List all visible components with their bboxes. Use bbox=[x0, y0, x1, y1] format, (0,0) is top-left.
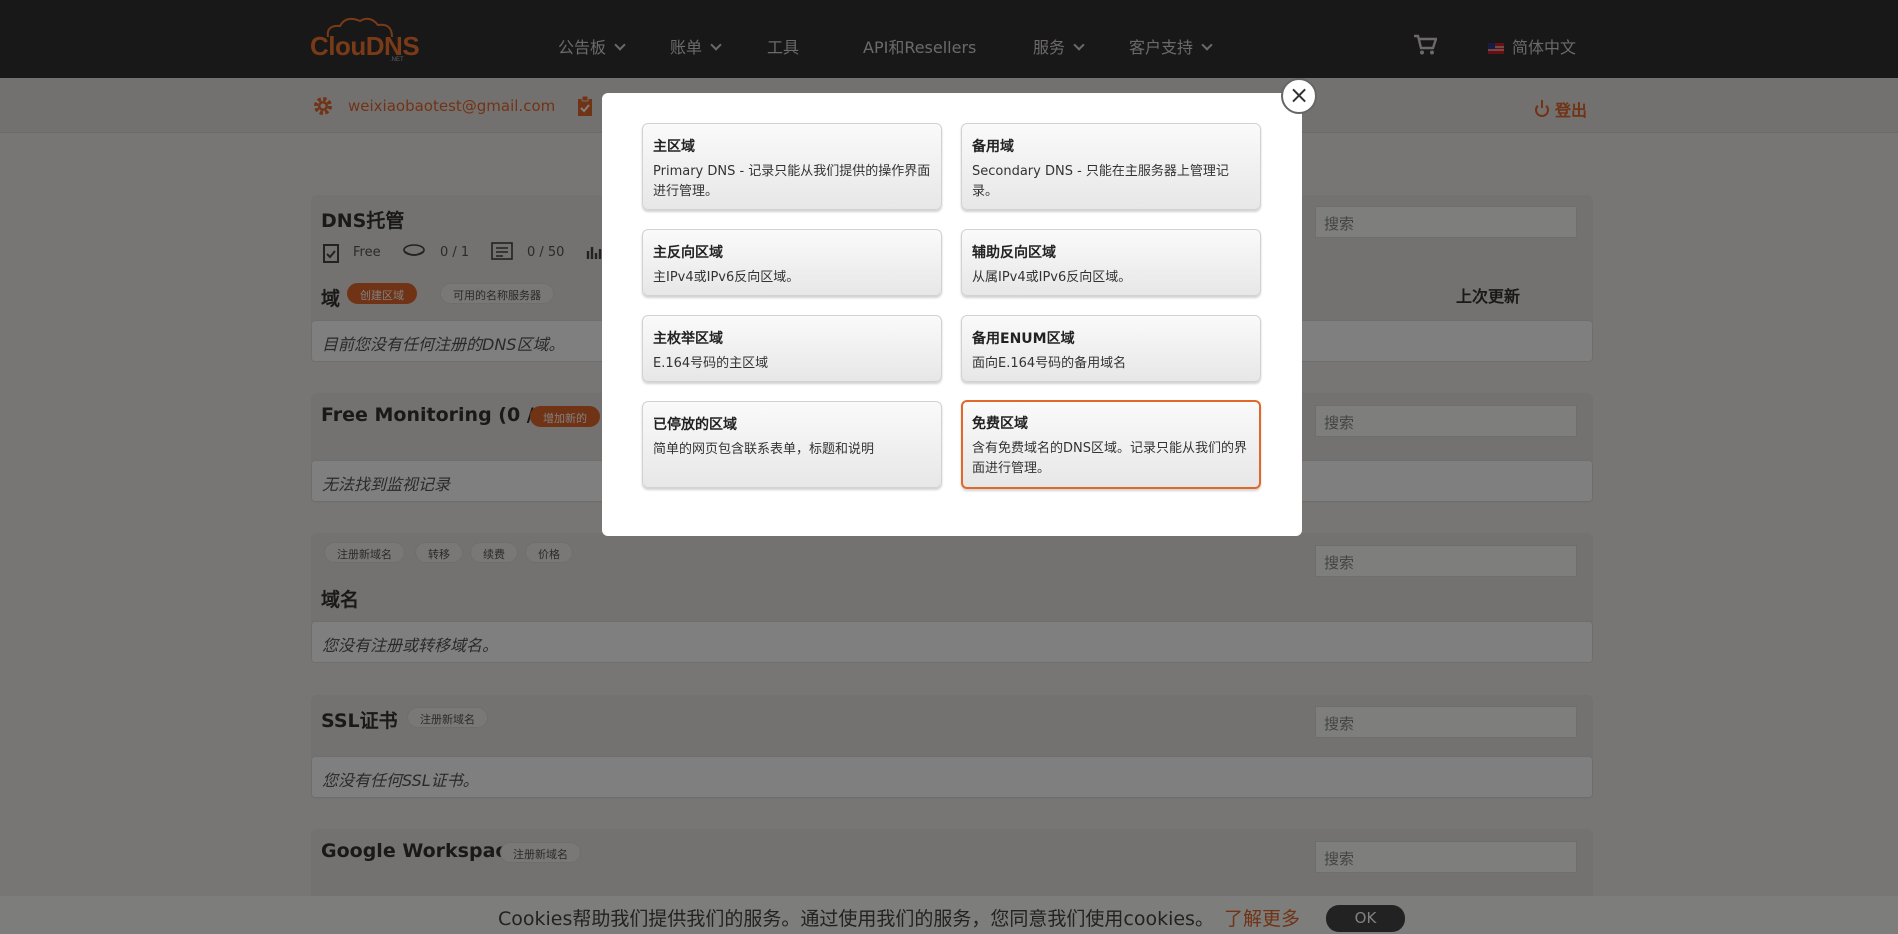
zone-title: 已停放的区域 bbox=[653, 417, 737, 433]
zone-title: 备用ENUM区域 bbox=[972, 331, 1075, 347]
zone-title: 主区域 bbox=[653, 139, 695, 155]
zone-option-slave-reverse[interactable]: 辅助反向区域 从属IPv4或IPv6反向区域。 bbox=[961, 229, 1261, 296]
zone-title: 备用域 bbox=[972, 139, 1014, 155]
zone-option-slave-enum[interactable]: 备用ENUM区域 面向E.164号码的备用域名 bbox=[961, 315, 1261, 382]
zone-type-modal: 主区域 Primary DNS - 记录只能从我们提供的操作界面进行管理。 备用… bbox=[602, 93, 1302, 536]
zone-title: 免费区域 bbox=[972, 416, 1028, 432]
zone-description: 主IPv4或IPv6反向区域。 bbox=[653, 270, 800, 285]
zone-description: Primary DNS - 记录只能从我们提供的操作界面进行管理。 bbox=[653, 164, 931, 199]
close-icon[interactable]: × bbox=[1281, 78, 1317, 114]
zone-option-master-reverse[interactable]: 主反向区域 主IPv4或IPv6反向区域。 bbox=[642, 229, 942, 296]
zone-option-free[interactable]: 免费区域 含有免费域名的DNS区域。记录只能从我们的界面进行管理。 bbox=[961, 400, 1261, 489]
zone-description: Secondary DNS - 只能在主服务器上管理记录。 bbox=[972, 164, 1229, 199]
zone-option-slave[interactable]: 备用域 Secondary DNS - 只能在主服务器上管理记录。 bbox=[961, 123, 1261, 210]
zone-title: 辅助反向区域 bbox=[972, 245, 1056, 261]
zone-description: 含有免费域名的DNS区域。记录只能从我们的界面进行管理。 bbox=[972, 441, 1247, 476]
zone-description: 从属IPv4或IPv6反向区域。 bbox=[972, 270, 1132, 285]
zone-option-master-enum[interactable]: 主枚举区域 E.164号码的主区域 bbox=[642, 315, 942, 382]
zone-description: E.164号码的主区域 bbox=[653, 356, 769, 371]
zone-option-master[interactable]: 主区域 Primary DNS - 记录只能从我们提供的操作界面进行管理。 bbox=[642, 123, 942, 210]
zone-description: 面向E.164号码的备用域名 bbox=[972, 356, 1127, 371]
zone-description: 简单的网页包含联系表单，标题和说明 bbox=[653, 442, 875, 457]
zone-title: 主枚举区域 bbox=[653, 331, 723, 347]
zone-title: 主反向区域 bbox=[653, 245, 723, 261]
zone-option-parked[interactable]: 已停放的区域 简单的网页包含联系表单，标题和说明 bbox=[642, 401, 942, 488]
